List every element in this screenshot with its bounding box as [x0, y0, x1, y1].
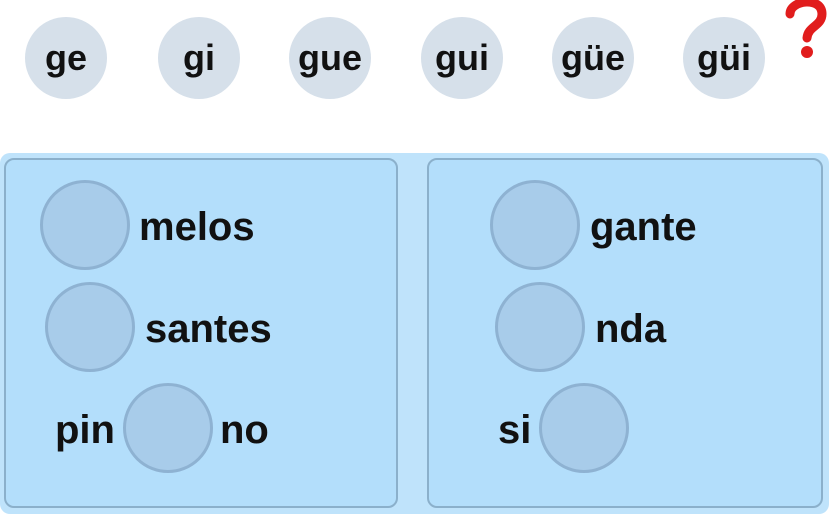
drop-slot[interactable] [490, 180, 580, 270]
word-fragment: si [498, 408, 532, 452]
syllable-chip-gi[interactable]: gi [158, 17, 240, 99]
syllable-chip-gue[interactable]: gue [289, 17, 371, 99]
question-mark-icon[interactable] [782, 0, 829, 60]
word-fragment: melos [139, 205, 255, 249]
drop-slot[interactable] [123, 383, 213, 473]
drop-slot[interactable] [45, 282, 135, 372]
syllable-chip-gui[interactable]: gui [421, 17, 503, 99]
word-fragment: santes [145, 307, 272, 351]
syllable-chip-ge[interactable]: ge [25, 17, 107, 99]
word-fragment: nda [595, 307, 667, 351]
word-fragment: pin [55, 408, 115, 452]
exercise-stage: ge gi gue gui güe güi melos santes pin n… [0, 0, 829, 514]
syllable-chip-gue-dieresis[interactable]: güe [552, 17, 634, 99]
word-fragment: gante [590, 205, 697, 249]
word-fragment: no [220, 408, 269, 452]
drop-slot[interactable] [40, 180, 130, 270]
drop-slot[interactable] [495, 282, 585, 372]
syllable-chip-gui-dieresis[interactable]: güi [683, 17, 765, 99]
drop-slot[interactable] [539, 383, 629, 473]
